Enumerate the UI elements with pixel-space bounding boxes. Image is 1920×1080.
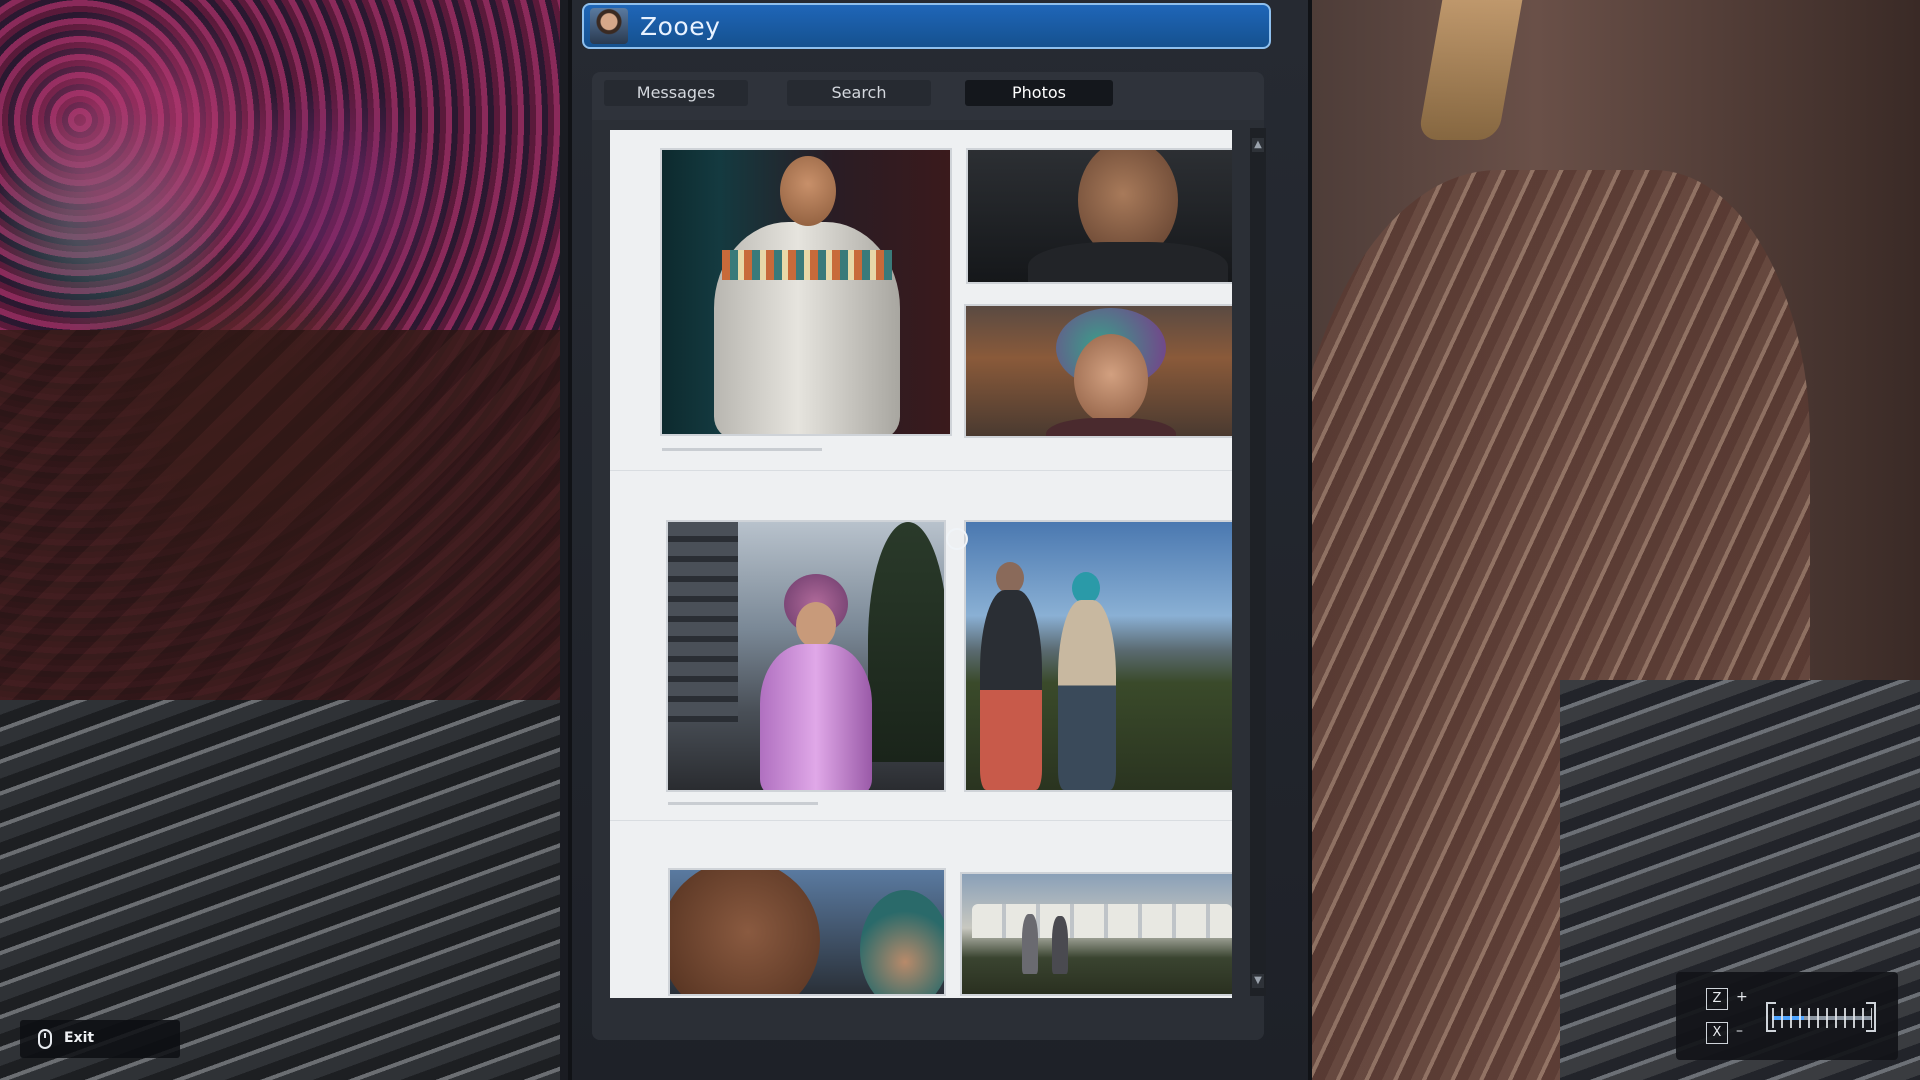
tab-messages[interactable]: Messages: [604, 80, 748, 106]
photo-zooey-city-street[interactable]: [666, 520, 946, 792]
face: [796, 602, 836, 648]
cursor-ring-icon: [946, 528, 968, 550]
tab-search[interactable]: Search: [787, 80, 931, 106]
pink-jacket: [760, 644, 872, 790]
face: [670, 870, 820, 994]
phone-screen: Zooey Messages Search Photos ▲ ▼: [568, 0, 1312, 1080]
scroll-down-icon[interactable]: ▼: [1252, 974, 1264, 988]
person-left: [980, 590, 1042, 790]
photo-man-in-hoodie[interactable]: [660, 148, 952, 436]
photo-couple-by-lake[interactable]: [964, 520, 1232, 792]
gallery-scrollbar[interactable]: ▲ ▼: [1250, 128, 1266, 996]
contact-avatar: [590, 8, 628, 44]
tab-bar: Messages Search Photos: [592, 72, 1264, 120]
tapestry-wall: [0, 0, 580, 720]
building: [668, 522, 738, 722]
contact-header: Zooey: [582, 3, 1271, 49]
photo-man-closeup[interactable]: [966, 148, 1232, 284]
photo-zooey-portrait[interactable]: [964, 304, 1232, 438]
tree: [868, 522, 944, 762]
face: [1074, 334, 1148, 424]
person-right: [1058, 600, 1116, 790]
zoom-ticks: [1772, 1008, 1872, 1028]
exit-label: Exit: [64, 1030, 95, 1046]
photo-gallery[interactable]: [610, 130, 1232, 998]
photo-selfie-closeup[interactable]: [668, 868, 946, 996]
zoom-out-key[interactable]: X: [1706, 1022, 1728, 1044]
scroll-up-icon[interactable]: ▲: [1252, 138, 1264, 152]
mouse-icon: [38, 1029, 52, 1049]
photo-crowd-tents[interactable]: [960, 872, 1232, 996]
tents: [972, 904, 1232, 938]
tab-photos[interactable]: Photos: [965, 80, 1113, 106]
face: [860, 890, 944, 994]
zoom-out-sign: –: [1736, 1023, 1743, 1039]
zoom-in-key[interactable]: Z: [1706, 988, 1728, 1010]
face: [780, 156, 836, 226]
zoom-control: Z + X –: [1676, 972, 1898, 1060]
photos-panel: ▲ ▼: [592, 120, 1266, 1040]
contact-name: Zooey: [640, 12, 721, 41]
exit-button[interactable]: Exit: [20, 1020, 180, 1058]
panel-footer: [592, 1002, 1264, 1040]
zoom-in-sign: +: [1736, 989, 1748, 1005]
